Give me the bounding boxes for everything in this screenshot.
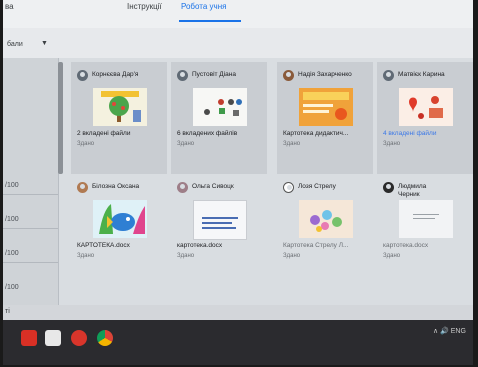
attachment-thumbnail[interactable] (193, 200, 247, 240)
filter-row: бали ▼ (3, 28, 473, 58)
attachment-label[interactable]: Картотека дидактич... (283, 130, 371, 137)
scrollbar[interactable] (58, 62, 63, 174)
system-tray[interactable]: ∧ 🔊 ENG (433, 327, 466, 335)
avatar (383, 70, 394, 81)
flowers-picture-icon (310, 210, 342, 232)
picture-icon (204, 99, 242, 116)
attachment-label[interactable]: 4 вкладені файли (383, 130, 471, 137)
card-header: Надія Захарченко (283, 70, 371, 82)
score-field[interactable]: /100 (5, 284, 19, 291)
divider (3, 262, 58, 263)
student-name: Ольга Сивоцк (192, 183, 234, 190)
submission-card[interactable]: Пустовіт Діана 6 вкладених файлів Здано (171, 62, 267, 174)
student-list-panel: /100 /100 /100 /100 (3, 58, 59, 320)
avatar (283, 182, 294, 193)
picture-icon (409, 96, 443, 119)
active-tab-indicator (179, 20, 241, 22)
slide-picture-icon (303, 92, 349, 120)
submission-card[interactable]: Матвієк Карина 4 вкладені файли Здано (377, 62, 473, 174)
avatar (177, 182, 188, 193)
submissions-grid: Корнєєва Дар'я 2 вкладені файли Здано Пу… (71, 62, 473, 320)
attachment-label[interactable]: картотека.docx (177, 242, 265, 249)
status-label: Здано (177, 141, 195, 147)
submission-card[interactable]: Людмила Черник картотека.docx Здано (377, 174, 473, 286)
student-name: Людмила Черник (398, 183, 427, 198)
submission-card[interactable]: Корнєєва Дар'я 2 вкладені файли Здано (71, 62, 167, 174)
submission-card[interactable]: Білозна Оксана КАРТОТЕКА.docx Здано (71, 174, 167, 286)
divider (3, 228, 58, 229)
status-label: Здано (283, 141, 301, 147)
fish-picture-icon (99, 204, 145, 234)
screen: ва Інструкції Робота учня бали ▼ /100 /1… (3, 0, 473, 365)
document-icon (202, 217, 238, 229)
student-name: Матвієк Карина (398, 71, 445, 78)
avatar (77, 70, 88, 81)
attachment-thumbnail[interactable] (93, 200, 147, 238)
submission-card[interactable]: Надія Захарченко Картотека дидактич... З… (277, 62, 373, 174)
status-label: Здано (383, 253, 401, 259)
attachment-label[interactable]: Картотека Стрелу Л... (283, 242, 371, 249)
status-label: Здано (77, 253, 95, 259)
partial-text: ті (5, 308, 10, 315)
card-header: Ольга Сивоцк (177, 182, 265, 194)
pdf-reader-icon[interactable] (21, 330, 37, 346)
sort-select[interactable]: бали (7, 41, 23, 48)
student-name: Корнєєва Дар'я (92, 71, 139, 78)
score-field[interactable]: /100 (5, 216, 19, 223)
student-name: Пустовіт Діана (192, 71, 236, 78)
card-header: Лозя Стрелу (283, 182, 371, 194)
avatar (177, 70, 188, 81)
attachment-label[interactable]: картотека.docx (383, 242, 471, 249)
tree-picture-icon (101, 91, 141, 122)
attachment-thumbnail[interactable] (299, 200, 353, 238)
score-field[interactable]: /100 (5, 250, 19, 257)
attachment-thumbnail[interactable] (93, 88, 147, 126)
student-name: Білозна Оксана (92, 183, 140, 190)
avatar (283, 70, 294, 81)
attachment-thumbnail[interactable] (399, 88, 453, 126)
opera-icon[interactable] (71, 330, 87, 346)
student-name: Надія Захарченко (298, 71, 352, 78)
divider (3, 194, 58, 195)
attachment-thumbnail[interactable] (399, 200, 453, 238)
attachment-label[interactable]: КАРТОТЕКА.docx (77, 242, 165, 249)
top-tab-bar: ва Інструкції Робота учня (3, 0, 473, 29)
taskbar: ∧ 🔊 ENG (3, 320, 473, 365)
document-icon (413, 214, 439, 219)
attachment-label[interactable]: 2 вкладені файли (77, 130, 165, 137)
card-header: Корнєєва Дар'я (77, 70, 165, 82)
status-label: Здано (177, 253, 195, 259)
card-header: Пустовіт Діана (177, 70, 265, 82)
submission-card[interactable]: Лозя Стрелу Картотека Стрелу Л... Здано (277, 174, 373, 286)
card-header: Людмила Черник (383, 182, 471, 198)
card-header: Матвієк Карина (383, 70, 471, 82)
submission-card[interactable]: Ольга Сивоцк картотека.docx Здано (171, 174, 267, 286)
avatar (383, 182, 394, 193)
status-label: Здано (77, 141, 95, 147)
tab-student-work[interactable]: Робота учня (181, 2, 226, 11)
score-field[interactable]: /100 (5, 182, 19, 189)
status-label: Здано (283, 253, 301, 259)
tab-partial[interactable]: ва (5, 2, 14, 11)
attachment-thumbnail[interactable] (299, 88, 353, 126)
chrome-icon[interactable] (97, 330, 113, 346)
attachment-thumbnail[interactable] (193, 88, 247, 126)
status-label: Здано (383, 141, 401, 147)
avatar (77, 182, 88, 193)
status-strip: ті (3, 305, 473, 320)
card-header: Білозна Оксана (77, 182, 165, 194)
store-icon[interactable] (45, 330, 61, 346)
caret-down-icon[interactable]: ▼ (41, 40, 48, 47)
attachment-label[interactable]: 6 вкладених файлів (177, 130, 265, 137)
student-name: Лозя Стрелу (298, 183, 336, 190)
tab-instructions[interactable]: Інструкції (127, 2, 162, 11)
